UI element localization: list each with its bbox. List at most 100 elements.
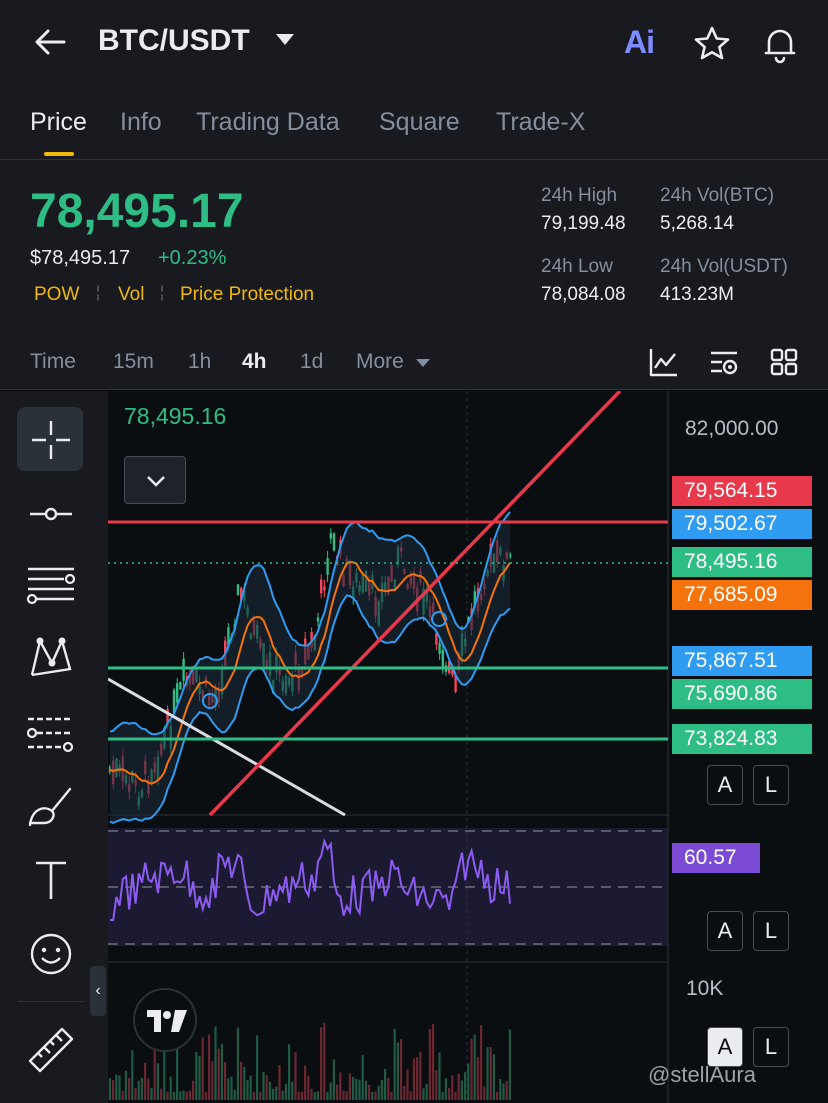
rsi-auto-scale-button[interactable]: A (707, 911, 743, 951)
volume-bar (508, 1029, 511, 1100)
tag-pow[interactable]: POW (34, 284, 79, 306)
low-label: 24h Low (541, 256, 613, 277)
volume-bar (249, 1075, 252, 1100)
vol-usdt-value: 413.23M (660, 284, 734, 305)
volume-bar (460, 1080, 463, 1100)
volume-bar (131, 1050, 134, 1100)
interval-time[interactable]: Time (30, 350, 76, 374)
volume-bar (144, 1062, 147, 1100)
interval-15m[interactable]: 15m (113, 350, 154, 374)
volume-bar (332, 1059, 335, 1100)
volume-bar (355, 1078, 358, 1100)
volume-bar (352, 1076, 355, 1100)
volume-bar (307, 1075, 310, 1100)
interval-4h[interactable]: 4h (242, 350, 267, 374)
collapse-toolbar-button[interactable]: ‹ (90, 966, 106, 1016)
volume-bar (137, 1080, 140, 1100)
chevron-down-icon[interactable] (416, 359, 430, 367)
volume-bar (288, 1044, 291, 1100)
volume-bar (393, 1028, 396, 1100)
back-arrow-icon[interactable] (30, 22, 70, 62)
vol-log-scale-button[interactable]: L (753, 1027, 789, 1067)
interval-bar: Time 15m 1h 4h 1d More (0, 332, 828, 390)
price-label-support-lower: 73,824.83 (672, 724, 812, 754)
interval-more[interactable]: More (356, 350, 404, 374)
volume-bar (425, 1083, 428, 1100)
volume-bar (396, 1042, 399, 1100)
tab-square[interactable]: Square (379, 108, 460, 137)
volume-bar (329, 1082, 332, 1100)
chevron-down-icon[interactable] (276, 34, 294, 45)
last-price: 78,495.17 (30, 185, 244, 238)
volume-bar (476, 1057, 479, 1100)
volume-bar (432, 1024, 435, 1100)
interval-1d[interactable]: 1d (300, 350, 323, 374)
star-icon[interactable] (690, 22, 734, 66)
volume-bar (390, 1091, 393, 1100)
volume-bar (412, 1058, 415, 1100)
fib-lines-icon[interactable] (22, 557, 80, 615)
volume-bar (156, 1063, 159, 1100)
candle-body (236, 584, 240, 596)
volume-bar (339, 1072, 342, 1100)
volume-bar (281, 1090, 284, 1100)
chart-settings-icon[interactable] (708, 346, 740, 378)
pair-title[interactable]: BTC/USDT (98, 24, 250, 58)
rsi-log-scale-button[interactable]: L (753, 911, 789, 951)
log-scale-button[interactable]: L (753, 765, 789, 805)
candle-body (179, 681, 182, 690)
active-tab-indicator (44, 152, 74, 156)
volume-bar (201, 1037, 204, 1100)
volume-bar (256, 1035, 259, 1100)
usd-price: $78,495.17 (30, 247, 131, 269)
horizontal-line-icon[interactable] (22, 485, 80, 543)
volume-bar (364, 1080, 367, 1100)
tag-vol[interactable]: Vol (118, 284, 144, 306)
tag-price-protection[interactable]: Price Protection (180, 284, 314, 306)
vol-btc-value: 5,268.14 (660, 213, 734, 234)
pattern-icon[interactable] (22, 629, 80, 687)
vol-auto-scale-button[interactable]: A (707, 1027, 743, 1067)
crosshair-icon[interactable] (22, 411, 80, 469)
parallel-lines-icon[interactable] (22, 705, 80, 763)
volume-bar (214, 1026, 217, 1100)
volume-bar (361, 1054, 364, 1100)
emoji-icon[interactable] (22, 925, 80, 983)
volume-bar (233, 1090, 236, 1100)
high-label: 24h High (541, 185, 618, 206)
volume-bar (451, 1075, 454, 1100)
candle-body (320, 579, 323, 594)
tab-trading-data[interactable]: Trading Data (196, 108, 340, 137)
brush-icon[interactable] (22, 779, 80, 837)
main-tabs: Price Info Trading Data Square Trade-X (0, 88, 828, 160)
volume-bar (275, 1086, 278, 1100)
tab-price[interactable]: Price (30, 108, 87, 137)
grid-layout-icon[interactable] (768, 346, 800, 378)
volume-bar (380, 1079, 383, 1100)
ruler-icon[interactable] (22, 1021, 80, 1079)
volume-bar (326, 1091, 329, 1100)
volume-bar (236, 1027, 239, 1100)
text-icon[interactable] (22, 851, 80, 909)
volume-bar (428, 1028, 431, 1100)
tradingview-logo-icon[interactable] (133, 988, 197, 1052)
candle-body (332, 533, 336, 551)
volume-bar (499, 1079, 502, 1100)
indicator-icon[interactable] (648, 346, 680, 378)
volume-bar (140, 1077, 143, 1100)
chart-dropdown-button[interactable] (124, 456, 186, 504)
vol-btc-label: 24h Vol(BTC) (660, 185, 775, 206)
price-panel: 78,495.17 $78,495.17 +0.23% POW ¦ Vol ¦ … (0, 160, 828, 332)
price-label-current: 78,495.16 (672, 547, 812, 577)
ai-button[interactable]: Ai (624, 24, 655, 61)
tag-separator: ¦ (160, 284, 165, 301)
tab-info[interactable]: Info (120, 108, 162, 137)
volume-bar (368, 1084, 371, 1100)
chevron-down-icon (147, 476, 165, 487)
tab-trade-x[interactable]: Trade-X (496, 108, 585, 137)
interval-1h[interactable]: 1h (188, 350, 211, 374)
bell-icon[interactable] (758, 22, 802, 66)
auto-scale-button[interactable]: A (707, 765, 743, 805)
volume-bar (348, 1073, 351, 1100)
volume-bar (492, 1054, 495, 1100)
